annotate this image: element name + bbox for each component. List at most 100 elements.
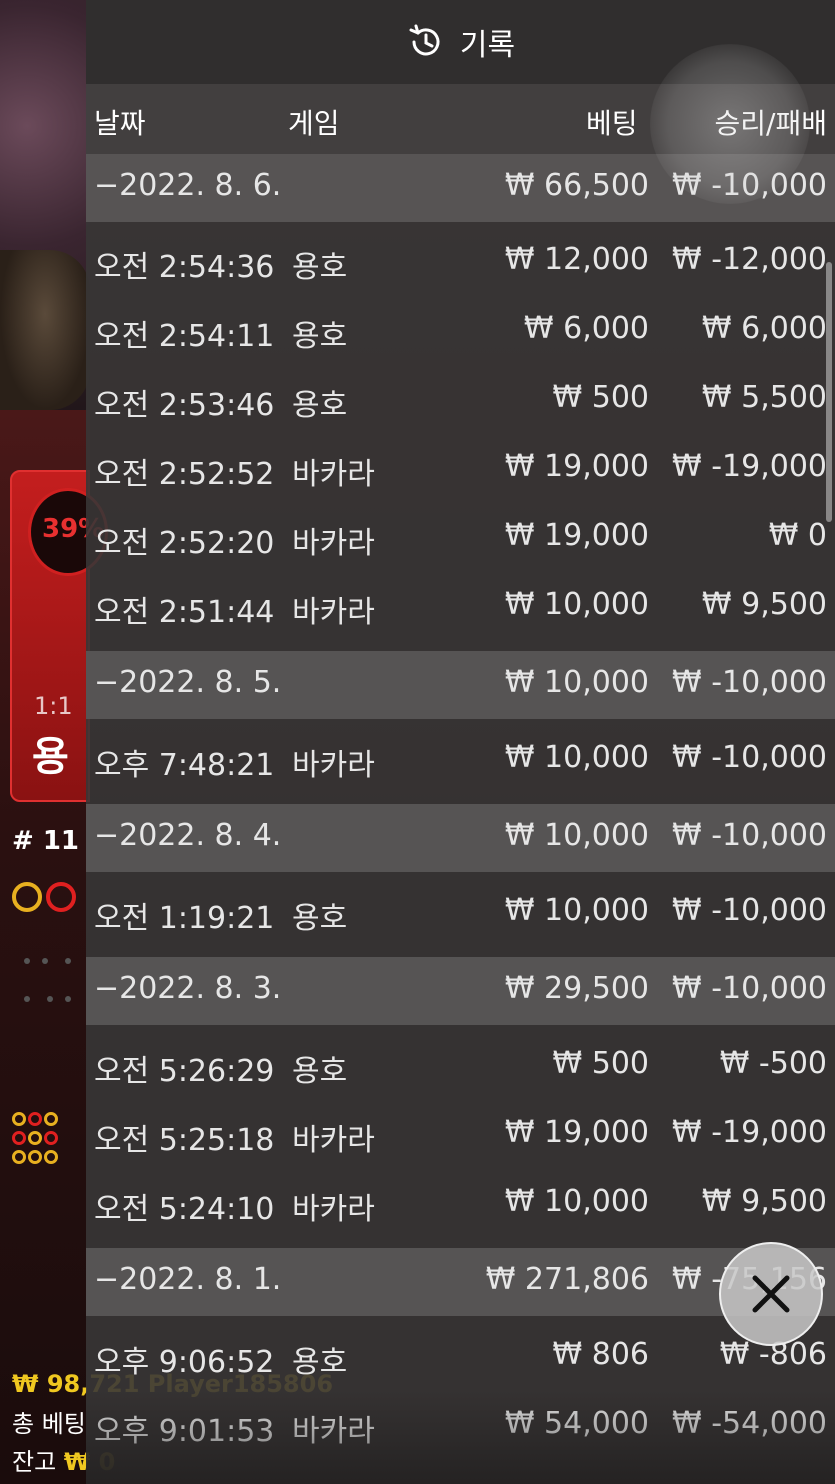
row-time: 오전 5:26:29 <box>94 1054 275 1089</box>
date-group-row[interactable]: −2022. 8. 4. ₩ 10,000 ₩ -10,000 <box>86 804 835 872</box>
history-row[interactable]: 오후 9:06:52 용호 ₩ 806 ₩ -806 <box>86 1319 835 1388</box>
row-bet: ₩ 10,000 <box>504 1184 649 1219</box>
date-group-row[interactable]: −2022. 8. 3. ₩ 29,500 ₩ -10,000 <box>86 957 835 1025</box>
close-icon <box>752 1275 790 1313</box>
bead-icon <box>12 1150 26 1164</box>
dot-icon <box>24 958 30 964</box>
row-bet: ₩ 10,000 <box>504 893 649 928</box>
row-result: ₩ -19,000 <box>672 449 827 484</box>
history-row[interactable]: 오전 5:25:18 바카라 ₩ 19,000 ₩ -19,000 <box>86 1097 835 1166</box>
row-result: ₩ 6,000 <box>701 311 827 346</box>
row-result: ₩ 9,500 <box>701 1184 827 1219</box>
row-game: 바카라 <box>292 1192 375 1227</box>
history-row[interactable]: 오전 2:54:36 용호 ₩ 12,000 ₩ -12,000 <box>86 224 835 293</box>
dot-icon <box>42 958 48 964</box>
bead-icon <box>28 1150 42 1164</box>
row-time: 오전 2:54:36 <box>94 250 275 285</box>
history-row[interactable]: 오전 2:52:52 바카라 ₩ 19,000 ₩ -19,000 <box>86 431 835 500</box>
scrollbar[interactable] <box>826 262 832 522</box>
row-date: −2022. 8. 5. <box>94 665 282 700</box>
touch-ripple <box>650 44 810 204</box>
history-row[interactable]: 오전 2:53:46 용호 ₩ 500 ₩ 5,500 <box>86 362 835 431</box>
list-fade <box>86 1390 835 1484</box>
row-game: 바카라 <box>292 1123 375 1158</box>
row-time: 오전 2:53:46 <box>94 388 275 423</box>
row-game: 바카라 <box>292 595 375 630</box>
bead-icon <box>44 1131 58 1145</box>
history-title: 기록 <box>459 28 516 63</box>
row-result: ₩ 0 <box>768 518 827 553</box>
row-time: 오전 1:19:21 <box>94 901 275 936</box>
row-game: 용호 <box>292 901 348 936</box>
row-bet: ₩ 10,000 <box>504 665 649 700</box>
bead-icon <box>44 1150 58 1164</box>
row-time: 오전 2:51:44 <box>94 595 275 630</box>
row-result: ₩ -19,000 <box>672 1115 827 1150</box>
history-row[interactable]: 오전 2:51:44 바카라 ₩ 10,000 ₩ 9,500 <box>86 569 835 638</box>
row-bet: ₩ 806 <box>552 1337 649 1372</box>
row-bet: ₩ 19,000 <box>504 518 649 553</box>
row-result: ₩ -500 <box>719 1046 827 1081</box>
row-bet: ₩ 500 <box>552 380 649 415</box>
history-row[interactable]: 오전 5:26:29 용호 ₩ 500 ₩ -500 <box>86 1028 835 1097</box>
bead-icon <box>28 1131 42 1145</box>
dot-icon <box>24 996 30 1002</box>
bead-icon <box>12 1112 26 1126</box>
bead-road <box>12 1112 60 1169</box>
row-result: ₩ -10,000 <box>672 665 827 700</box>
row-bet: ₩ 10,000 <box>504 740 649 775</box>
row-bet: ₩ 29,500 <box>504 971 649 1006</box>
row-date: −2022. 8. 1. <box>94 1262 282 1297</box>
row-time: 오전 2:52:20 <box>94 526 275 561</box>
row-bet: ₩ 66,500 <box>504 168 649 203</box>
row-result: ₩ 9,500 <box>701 587 827 622</box>
column-game: 게임 <box>288 107 340 140</box>
close-button[interactable] <box>719 1242 823 1346</box>
row-bet: ₩ 500 <box>552 1046 649 1081</box>
round-number: # 11 <box>12 826 80 856</box>
row-time: 오전 5:24:10 <box>94 1192 275 1227</box>
row-time: 오후 9:06:52 <box>94 1345 275 1380</box>
column-bet: 베팅 <box>586 107 638 140</box>
history-row[interactable]: 오전 2:54:11 용호 ₩ 6,000 ₩ 6,000 <box>86 293 835 362</box>
row-time: 오전 5:25:18 <box>94 1123 275 1158</box>
history-icon <box>409 24 440 56</box>
row-game: 용호 <box>292 1345 348 1380</box>
ring-icon <box>46 882 76 912</box>
row-result: ₩ -10,000 <box>672 971 827 1006</box>
row-date: −2022. 8. 4. <box>94 818 282 853</box>
history-row[interactable]: 오전 1:19:21 용호 ₩ 10,000 ₩ -10,000 <box>86 875 835 944</box>
background-vase <box>0 250 90 410</box>
row-result: ₩ -10,000 <box>672 818 827 853</box>
row-bet: ₩ 12,000 <box>504 242 649 277</box>
row-game: 용호 <box>292 250 348 285</box>
row-game: 용호 <box>292 388 348 423</box>
row-game: 바카라 <box>292 457 375 492</box>
total-bet-label: 총 베팅 <box>12 1410 86 1438</box>
row-game: 바카라 <box>292 748 375 783</box>
date-group-row[interactable]: −2022. 8. 5. ₩ 10,000 ₩ -10,000 <box>86 651 835 719</box>
history-row[interactable]: 오전 5:24:10 바카라 ₩ 10,000 ₩ 9,500 <box>86 1166 835 1235</box>
row-result: ₩ -10,000 <box>672 740 827 775</box>
roadmap-dots <box>24 930 84 1006</box>
history-row[interactable]: 오전 2:52:20 바카라 ₩ 19,000 ₩ 0 <box>86 500 835 569</box>
row-bet: ₩ 19,000 <box>504 449 649 484</box>
row-result: ₩ -10,000 <box>672 893 827 928</box>
row-bet: ₩ 19,000 <box>504 1115 649 1150</box>
column-date: 날짜 <box>94 107 146 140</box>
row-date: −2022. 8. 3. <box>94 971 282 1006</box>
ring-icon <box>12 882 42 912</box>
row-game: 바카라 <box>292 526 375 561</box>
bead-icon <box>12 1131 26 1145</box>
dot-icon <box>65 996 72 1002</box>
bet-odds: 1:1 <box>34 692 73 720</box>
bead-icon <box>28 1112 42 1126</box>
row-bet: ₩ 10,000 <box>504 818 649 853</box>
row-game: 용호 <box>292 319 348 354</box>
row-bet: ₩ 271,806 <box>485 1262 649 1297</box>
balance-label: 잔고 <box>12 1448 57 1476</box>
row-date: −2022. 8. 6. <box>94 168 282 203</box>
history-row[interactable]: 오후 7:48:21 바카라 ₩ 10,000 ₩ -10,000 <box>86 722 835 791</box>
dot-icon <box>47 996 54 1002</box>
row-game: 용호 <box>292 1054 348 1089</box>
